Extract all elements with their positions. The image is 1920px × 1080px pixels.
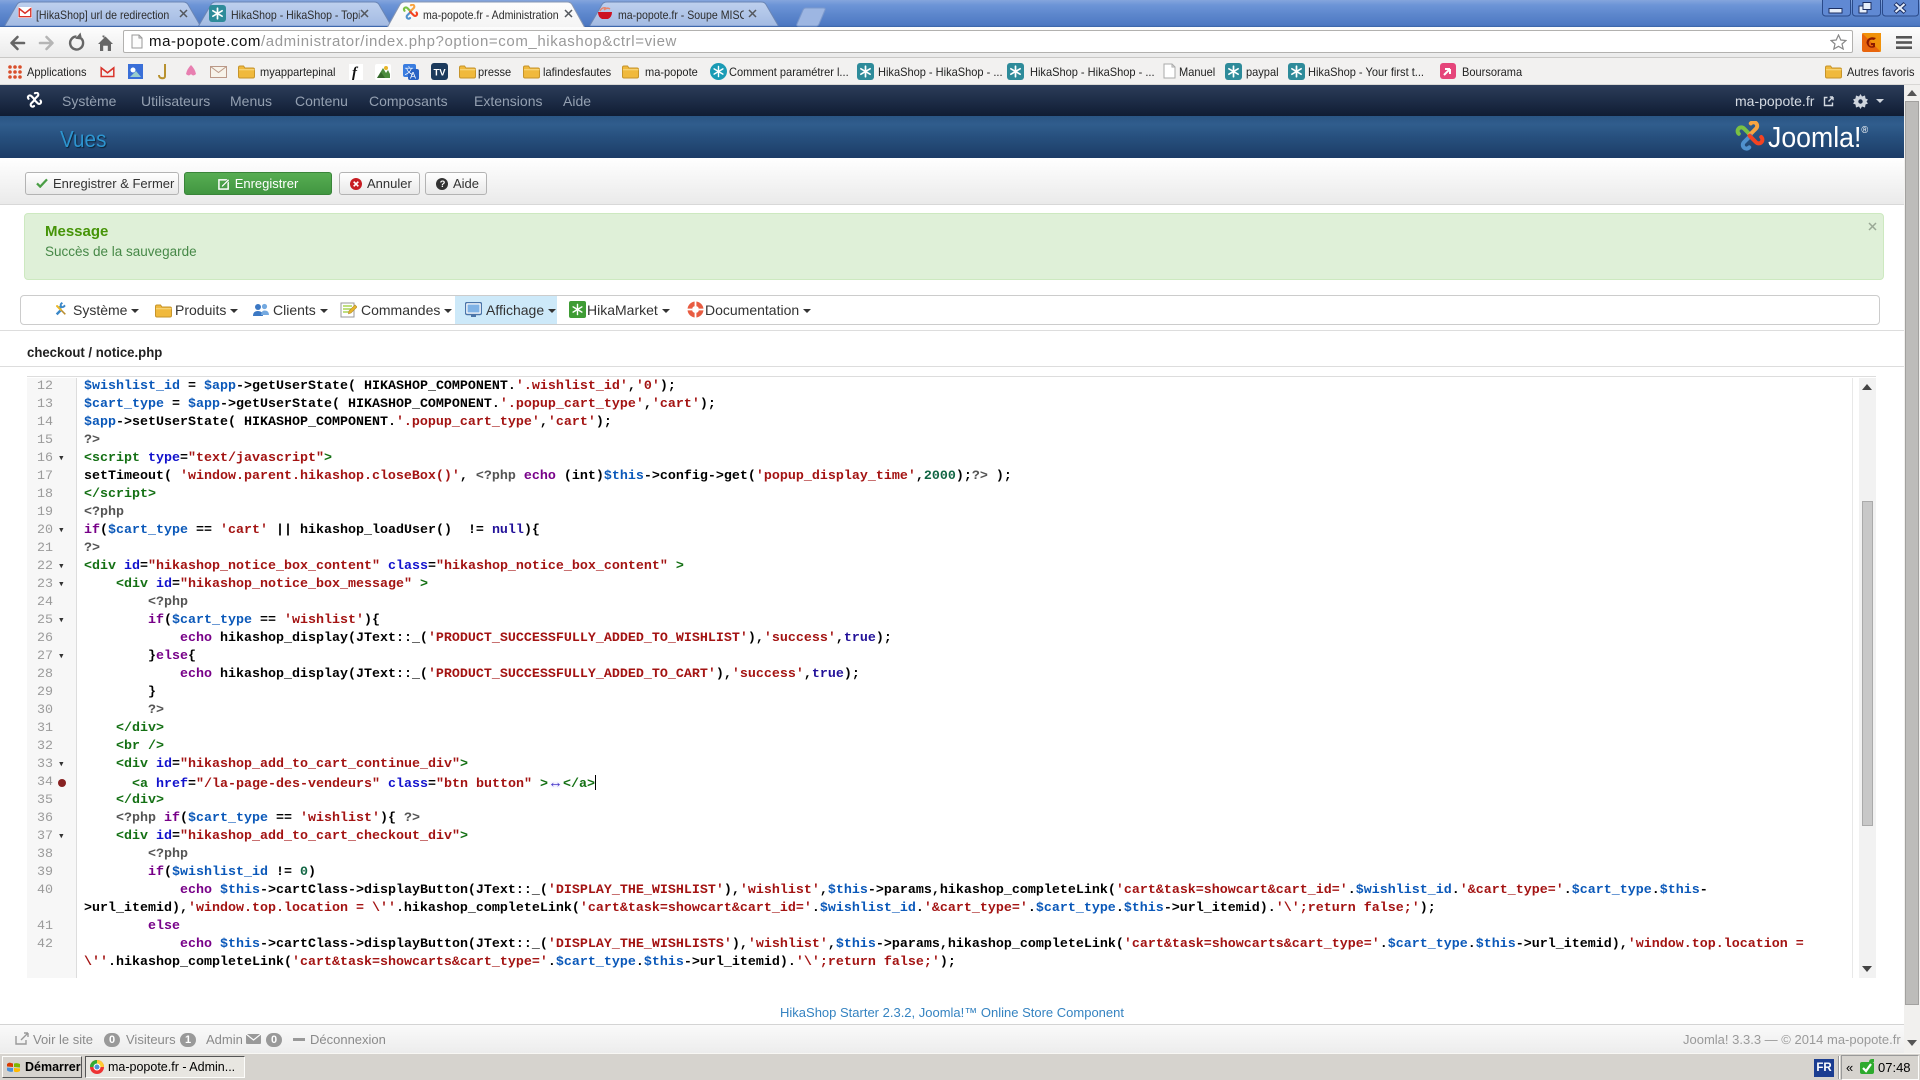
svg-text:TV: TV	[434, 68, 447, 79]
svg-text:文: 文	[405, 65, 414, 76]
svg-text:?: ?	[440, 179, 446, 189]
